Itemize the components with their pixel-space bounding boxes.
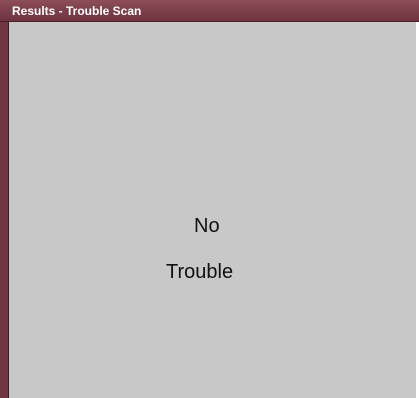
result-text-line-1: No	[194, 215, 220, 237]
results-window: Results - Trouble Scan No Trouble	[0, 0, 419, 398]
results-panel: No Trouble	[9, 22, 416, 398]
window-title: Results - Trouble Scan	[12, 3, 142, 18]
window-left-frame	[0, 22, 8, 398]
result-text-line-2: Trouble	[166, 261, 234, 283]
title-bar[interactable]: Results - Trouble Scan	[0, 0, 419, 22]
scan-result-message: No Trouble	[9, 22, 416, 398]
